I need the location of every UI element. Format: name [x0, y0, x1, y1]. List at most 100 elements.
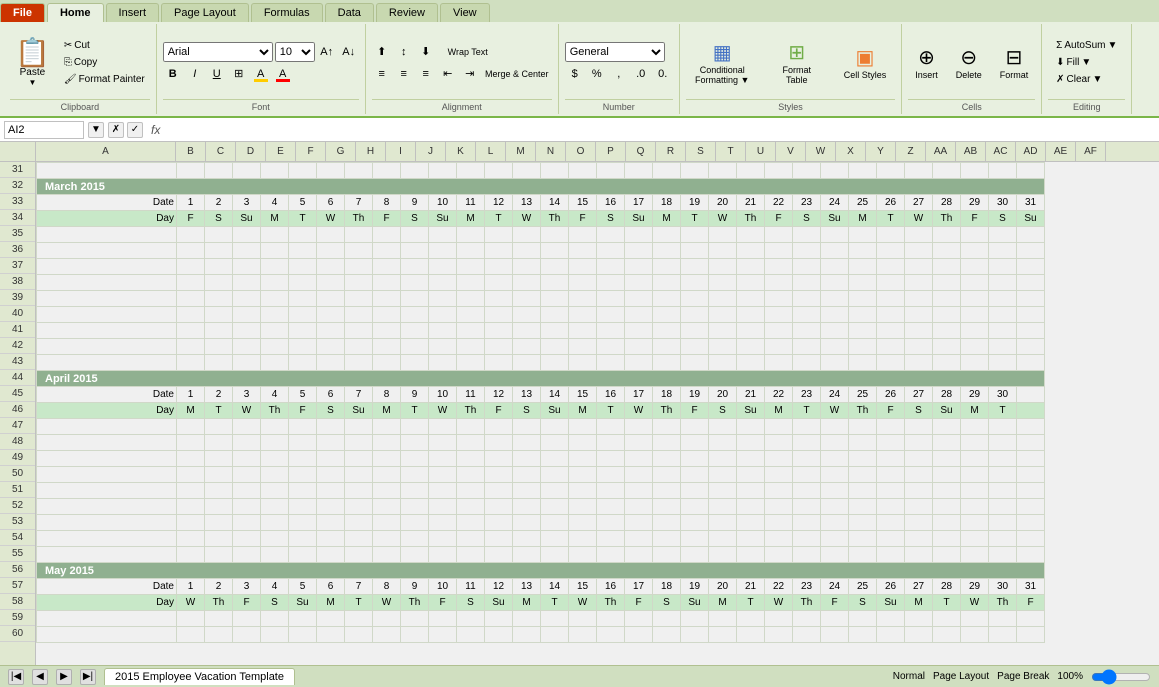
empty-cell[interactable]: [821, 227, 849, 243]
empty-cell[interactable]: [961, 435, 989, 451]
empty-cell[interactable]: [233, 627, 261, 643]
empty-cell[interactable]: [821, 451, 849, 467]
empty-cell[interactable]: [625, 531, 653, 547]
day-value-cell[interactable]: F: [821, 595, 849, 611]
empty-cell[interactable]: [569, 499, 597, 515]
empty-cell[interactable]: [1017, 419, 1045, 435]
empty-cell[interactable]: [513, 307, 541, 323]
date-value-cell[interactable]: 22: [765, 195, 793, 211]
empty-cell[interactable]: [345, 339, 373, 355]
date-value-cell[interactable]: 5: [289, 387, 317, 403]
date-value-cell[interactable]: 11: [457, 195, 485, 211]
empty-cell[interactable]: [485, 627, 513, 643]
day-value-cell[interactable]: T: [401, 403, 429, 419]
empty-cell[interactable]: [373, 467, 401, 483]
empty-cell[interactable]: [401, 611, 429, 627]
empty-cell[interactable]: [177, 355, 205, 371]
empty-cell[interactable]: [345, 307, 373, 323]
empty-cell[interactable]: [681, 483, 709, 499]
empty-cell[interactable]: [877, 451, 905, 467]
empty-cell[interactable]: [485, 531, 513, 547]
empty-cell[interactable]: [737, 307, 765, 323]
zoom-slider[interactable]: [1091, 669, 1151, 685]
empty-cell[interactable]: [933, 451, 961, 467]
empty-cell[interactable]: [709, 499, 737, 515]
empty-cell[interactable]: [205, 435, 233, 451]
empty-cell[interactable]: [653, 483, 681, 499]
format-as-table-button[interactable]: ⊞ Format Table: [763, 37, 831, 88]
empty-cell[interactable]: [625, 467, 653, 483]
empty-cell[interactable]: [513, 339, 541, 355]
empty-cell[interactable]: [457, 355, 485, 371]
day-value-cell[interactable]: F: [429, 595, 457, 611]
day-value-cell[interactable]: W: [513, 211, 541, 227]
empty-cell[interactable]: [625, 515, 653, 531]
empty-cell[interactable]: [933, 467, 961, 483]
empty-cell[interactable]: [877, 419, 905, 435]
date-value-cell[interactable]: 9: [401, 579, 429, 595]
col-header-F[interactable]: F: [296, 142, 326, 161]
empty-cell[interactable]: [709, 259, 737, 275]
empty-cell[interactable]: [961, 259, 989, 275]
cancel-formula-button[interactable]: ✗: [108, 122, 124, 138]
date-value-cell[interactable]: 23: [793, 387, 821, 403]
date-value-cell[interactable]: 25: [849, 195, 877, 211]
date-value-cell[interactable]: 12: [485, 579, 513, 595]
date-value-cell[interactable]: 19: [681, 195, 709, 211]
empty-cell[interactable]: [1017, 499, 1045, 515]
date-value-cell[interactable]: 30: [989, 579, 1017, 595]
empty-cell[interactable]: [345, 531, 373, 547]
empty-cell[interactable]: [177, 515, 205, 531]
day-value-cell[interactable]: Su: [485, 595, 513, 611]
empty-cell[interactable]: [261, 275, 289, 291]
day-value-cell[interactable]: S: [849, 595, 877, 611]
empty-cell[interactable]: [961, 291, 989, 307]
empty-cell[interactable]: [513, 243, 541, 259]
empty-cell[interactable]: [205, 515, 233, 531]
empty-cell[interactable]: [513, 547, 541, 563]
empty-cell[interactable]: [961, 339, 989, 355]
empty-cell[interactable]: [205, 307, 233, 323]
empty-cell[interactable]: [849, 435, 877, 451]
empty-cell[interactable]: [569, 259, 597, 275]
decimal-increase-button[interactable]: .0: [631, 64, 651, 84]
empty-a-cell[interactable]: [37, 291, 177, 307]
empty-cell[interactable]: [933, 307, 961, 323]
empty-cell[interactable]: [205, 467, 233, 483]
empty-cell[interactable]: [877, 275, 905, 291]
formula-input[interactable]: [168, 121, 1155, 139]
empty-cell[interactable]: [989, 467, 1017, 483]
empty-cell[interactable]: [709, 163, 737, 179]
date-value-cell[interactable]: 22: [765, 387, 793, 403]
empty-cell[interactable]: [821, 611, 849, 627]
day-value-cell[interactable]: T: [933, 595, 961, 611]
empty-cell[interactable]: [961, 627, 989, 643]
day-value-cell[interactable]: T: [681, 211, 709, 227]
align-right-button[interactable]: ≡: [416, 64, 436, 84]
empty-cell[interactable]: [737, 355, 765, 371]
empty-cell[interactable]: [681, 275, 709, 291]
empty-cell[interactable]: [933, 291, 961, 307]
underline-button[interactable]: U: [207, 64, 227, 84]
empty-cell[interactable]: [373, 307, 401, 323]
date-value-cell[interactable]: 9: [401, 387, 429, 403]
empty-cell[interactable]: [429, 483, 457, 499]
fill-color-button[interactable]: A: [251, 64, 271, 84]
empty-cell[interactable]: [345, 499, 373, 515]
day-value-cell[interactable]: Su: [345, 403, 373, 419]
col-header-Z[interactable]: Z: [896, 142, 926, 161]
empty-cell[interactable]: [261, 451, 289, 467]
empty-cell[interactable]: [765, 275, 793, 291]
col-header-V[interactable]: V: [776, 142, 806, 161]
empty-cell[interactable]: [1017, 387, 1045, 403]
empty-cell[interactable]: [933, 275, 961, 291]
empty-cell[interactable]: [933, 259, 961, 275]
col-header-C[interactable]: C: [206, 142, 236, 161]
empty-cell[interactable]: [233, 307, 261, 323]
date-value-cell[interactable]: 2: [205, 387, 233, 403]
empty-cell[interactable]: [233, 259, 261, 275]
date-value-cell[interactable]: 16: [597, 195, 625, 211]
empty-cell[interactable]: [457, 483, 485, 499]
day-value-cell[interactable]: S: [317, 403, 345, 419]
empty-cell[interactable]: [513, 627, 541, 643]
